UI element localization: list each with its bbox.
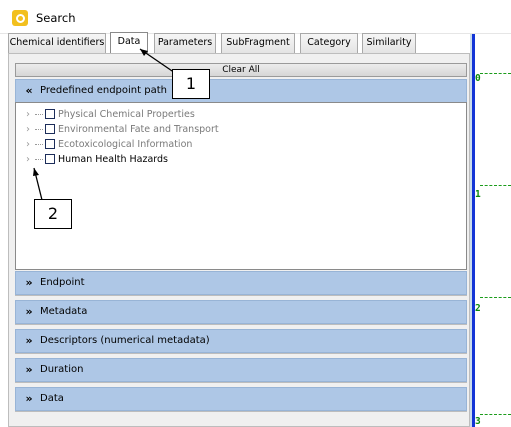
tree-connector bbox=[35, 113, 43, 115]
data-section-header[interactable]: » Data bbox=[15, 387, 467, 411]
window-title: Search bbox=[36, 11, 76, 25]
side-marker-label: 2 bbox=[475, 303, 481, 314]
section-label: Data bbox=[40, 393, 64, 404]
section-divider bbox=[15, 353, 467, 356]
tree-checkbox[interactable] bbox=[45, 139, 55, 149]
section-label: Duration bbox=[40, 364, 84, 375]
chevron-right-icon[interactable]: › bbox=[26, 154, 34, 165]
search-panel: Clear All « Predefined endpoint path › P… bbox=[8, 53, 470, 427]
endpoint-tree: › Physical Chemical Properties › Environ… bbox=[15, 102, 467, 270]
tree-item[interactable]: › Physical Chemical Properties bbox=[26, 107, 195, 121]
tree-item-label: Human Health Hazards bbox=[58, 153, 168, 165]
tree-item-label: Ecotoxicological Information bbox=[58, 138, 193, 150]
section-divider bbox=[15, 411, 467, 414]
endpoint-section-header[interactable]: » Endpoint bbox=[15, 271, 467, 295]
side-marker-line bbox=[480, 414, 511, 415]
tab-category[interactable]: Category bbox=[300, 33, 358, 53]
clear-all-button[interactable]: Clear All bbox=[15, 63, 467, 77]
tab-data[interactable]: Data bbox=[110, 32, 148, 54]
section-label: Metadata bbox=[40, 306, 88, 317]
callout-box-2: 2 bbox=[34, 199, 72, 229]
tree-connector bbox=[35, 143, 43, 145]
tree-checkbox[interactable] bbox=[45, 154, 55, 164]
descriptors-section-header[interactable]: » Descriptors (numerical metadata) bbox=[15, 329, 467, 353]
tree-connector bbox=[35, 158, 43, 160]
tab-similarity[interactable]: Similarity bbox=[362, 33, 416, 53]
predefined-endpoint-path-header[interactable]: « Predefined endpoint path bbox=[15, 79, 467, 103]
chevron-right-icon[interactable]: › bbox=[26, 109, 34, 120]
side-marker-line bbox=[480, 73, 511, 74]
chevron-right-icon[interactable]: › bbox=[26, 139, 34, 150]
chevron-double-down-icon: « bbox=[25, 84, 33, 97]
tree-connector bbox=[35, 128, 43, 130]
duration-section-header[interactable]: » Duration bbox=[15, 358, 467, 382]
side-panel-axis-line bbox=[472, 34, 475, 427]
section-label: Predefined endpoint path bbox=[40, 85, 167, 96]
metadata-section-header[interactable]: » Metadata bbox=[15, 300, 467, 324]
chevron-double-right-icon: » bbox=[25, 363, 33, 376]
title-bar: Search bbox=[0, 0, 511, 34]
side-marker-line bbox=[480, 297, 511, 298]
side-marker-label: 3 bbox=[475, 416, 481, 427]
app-icon bbox=[12, 10, 28, 26]
side-marker-label: 1 bbox=[475, 189, 481, 200]
tree-item[interactable]: › Ecotoxicological Information bbox=[26, 137, 192, 151]
side-marker-line bbox=[480, 185, 511, 186]
tree-checkbox[interactable] bbox=[45, 109, 55, 119]
chevron-right-icon[interactable]: › bbox=[26, 124, 34, 135]
callout-box-1: 1 bbox=[172, 69, 210, 99]
side-marker-label: 0 bbox=[475, 73, 481, 84]
tab-bar: Chemical identifiers Data Parameters Sub… bbox=[8, 32, 468, 54]
chevron-double-right-icon: » bbox=[25, 392, 33, 405]
tab-subfragment[interactable]: SubFragment bbox=[221, 33, 295, 53]
section-label: Endpoint bbox=[40, 277, 85, 288]
tree-item-label: Environmental Fate and Transport bbox=[58, 123, 219, 135]
tree-item-label: Physical Chemical Properties bbox=[58, 108, 195, 120]
section-label: Descriptors (numerical metadata) bbox=[40, 335, 210, 346]
section-divider bbox=[15, 324, 467, 327]
section-divider bbox=[15, 295, 467, 298]
tree-item[interactable]: › Environmental Fate and Transport bbox=[26, 122, 219, 136]
tree-checkbox[interactable] bbox=[45, 124, 55, 134]
chevron-double-right-icon: » bbox=[25, 305, 33, 318]
chevron-double-right-icon: » bbox=[25, 276, 33, 289]
chevron-double-right-icon: » bbox=[25, 334, 33, 347]
section-divider bbox=[15, 382, 467, 385]
tree-item[interactable]: › Human Health Hazards bbox=[26, 152, 168, 166]
side-panel bbox=[470, 34, 511, 427]
tab-parameters[interactable]: Parameters bbox=[154, 33, 216, 53]
tab-chemical-identifiers[interactable]: Chemical identifiers bbox=[8, 33, 106, 53]
